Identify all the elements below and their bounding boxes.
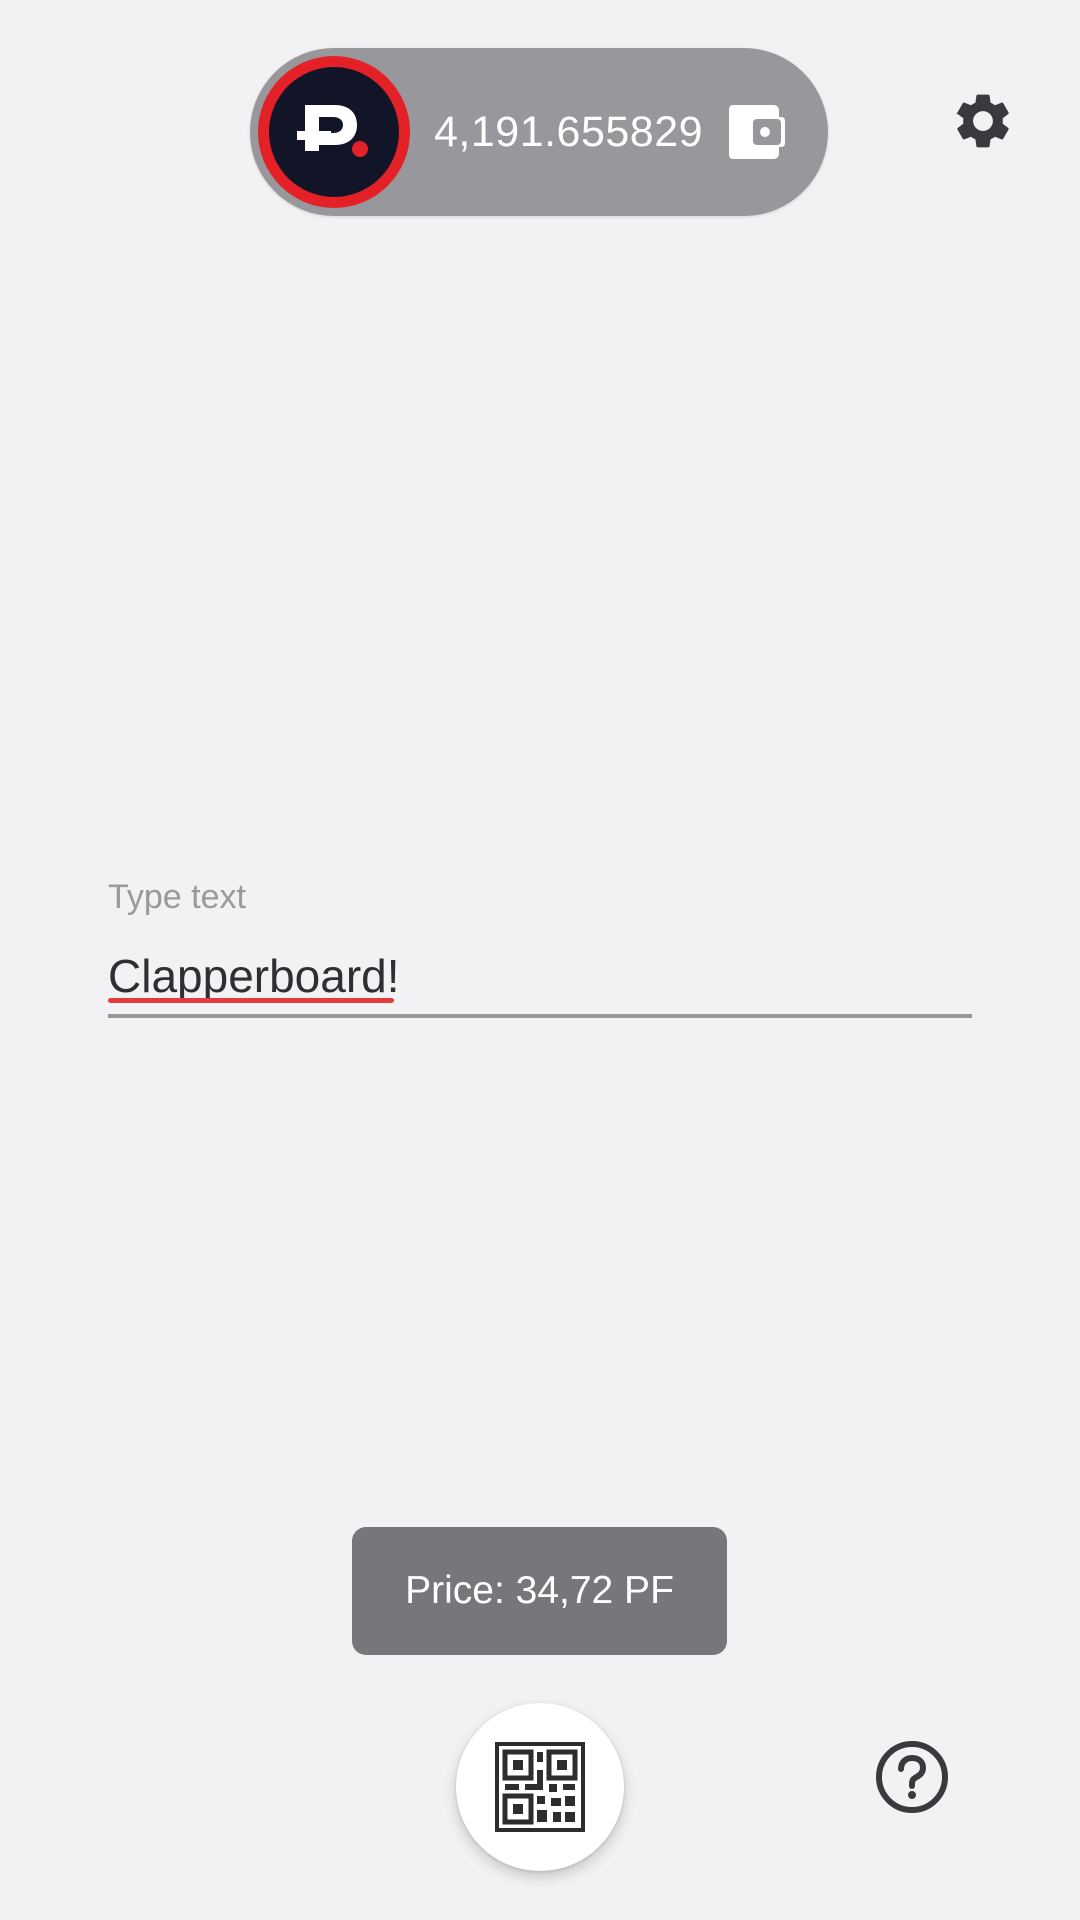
wallet-icon[interactable] [727, 103, 787, 161]
question-mark-icon[interactable] [875, 1740, 949, 1814]
gear-icon[interactable] [950, 88, 1016, 154]
text-input[interactable]: Clapperboard! [108, 944, 972, 1018]
logo-avatar[interactable] [258, 56, 410, 208]
spellcheck-underline [108, 998, 394, 1003]
qr-code-icon [495, 1742, 585, 1832]
balance-value: 4,191.655829 [434, 108, 704, 156]
balance-pill[interactable]: 4,191.655829 [250, 48, 828, 216]
app-screen: 4,191.655829 Type text Clapperboard! Pri… [0, 0, 1080, 1920]
input-label: Type text [108, 878, 246, 916]
qr-code-button[interactable] [456, 1703, 624, 1871]
p-dot-logo-icon [269, 67, 399, 197]
price-toast: Price: 34,72 PF [352, 1527, 727, 1655]
